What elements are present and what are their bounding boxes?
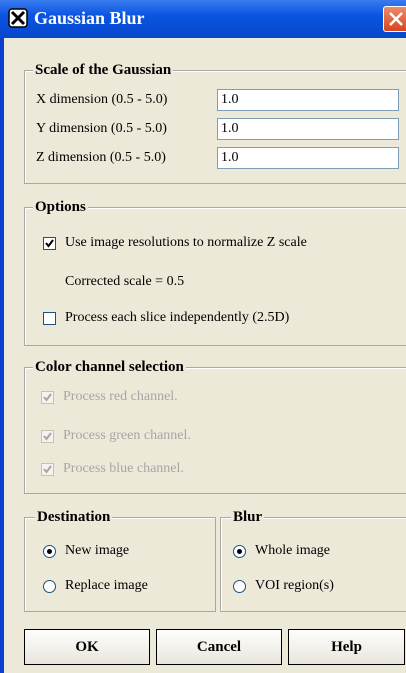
window-title: Gaussian Blur — [34, 8, 145, 28]
help-button[interactable]: Help — [288, 629, 405, 665]
app-icon — [8, 8, 28, 28]
close-icon — [389, 12, 403, 26]
x-dimension-field[interactable]: 1.0 — [217, 89, 399, 111]
destination-legend: Destination — [35, 509, 113, 526]
slice-label: Process each slice independently (2.5D) — [65, 310, 290, 325]
green-channel-label: Process green channel. — [63, 428, 191, 443]
voi-region-radio[interactable] — [233, 580, 246, 593]
red-channel-label: Process red channel. — [63, 389, 178, 404]
corrected-scale-text: Corrected scale = 0.5 — [65, 274, 185, 289]
x-dimension-label: X dimension (0.5 - 5.0) — [36, 92, 168, 107]
ok-button[interactable]: OK — [24, 629, 150, 665]
voi-region-label: VOI region(s) — [255, 578, 334, 593]
color-channel-group: Color channel selection Process red chan… — [24, 359, 406, 494]
check-icon — [43, 465, 52, 474]
gaussian-blur-dialog: Gaussian Blur Scale of the Gaussian X di… — [0, 0, 406, 673]
green-channel-checkbox[interactable] — [41, 430, 54, 443]
scale-legend: Scale of the Gaussian — [33, 62, 174, 79]
whole-image-label: Whole image — [255, 543, 331, 558]
new-image-label: New image — [65, 543, 130, 558]
replace-image-radio[interactable] — [43, 580, 56, 593]
close-button[interactable] — [383, 6, 406, 32]
scale-group: Scale of the Gaussian X dimension (0.5 -… — [24, 62, 406, 184]
z-dimension-label: Z dimension (0.5 - 5.0) — [36, 150, 166, 165]
check-icon — [45, 239, 54, 248]
destination-group: Destination New image Replace image — [24, 509, 216, 612]
y-dimension-field[interactable]: 1.0 — [217, 118, 399, 140]
replace-image-label: Replace image — [65, 578, 148, 593]
red-channel-checkbox[interactable] — [41, 391, 54, 404]
y-dimension-label: Y dimension (0.5 - 5.0) — [36, 121, 167, 136]
z-dimension-field[interactable]: 1.0 — [217, 147, 399, 169]
blur-group: Blur Whole image VOI region(s) — [220, 509, 406, 612]
blue-channel-label: Process blue channel. — [63, 461, 184, 476]
options-legend: Options — [33, 199, 88, 216]
title-bar[interactable]: Gaussian Blur — [0, 0, 406, 38]
whole-image-radio[interactable] — [233, 545, 246, 558]
normalize-label: Use image resolutions to normalize Z sca… — [65, 235, 307, 250]
cancel-button[interactable]: Cancel — [156, 629, 282, 665]
normalize-checkbox[interactable] — [43, 237, 56, 250]
check-icon — [43, 393, 52, 402]
options-group: Options Use image resolutions to normali… — [24, 199, 406, 346]
blur-legend: Blur — [231, 509, 265, 526]
blue-channel-checkbox[interactable] — [41, 463, 54, 476]
slice-checkbox[interactable] — [43, 312, 56, 325]
color-channel-legend: Color channel selection — [33, 359, 186, 376]
check-icon — [43, 432, 52, 441]
new-image-radio[interactable] — [43, 545, 56, 558]
